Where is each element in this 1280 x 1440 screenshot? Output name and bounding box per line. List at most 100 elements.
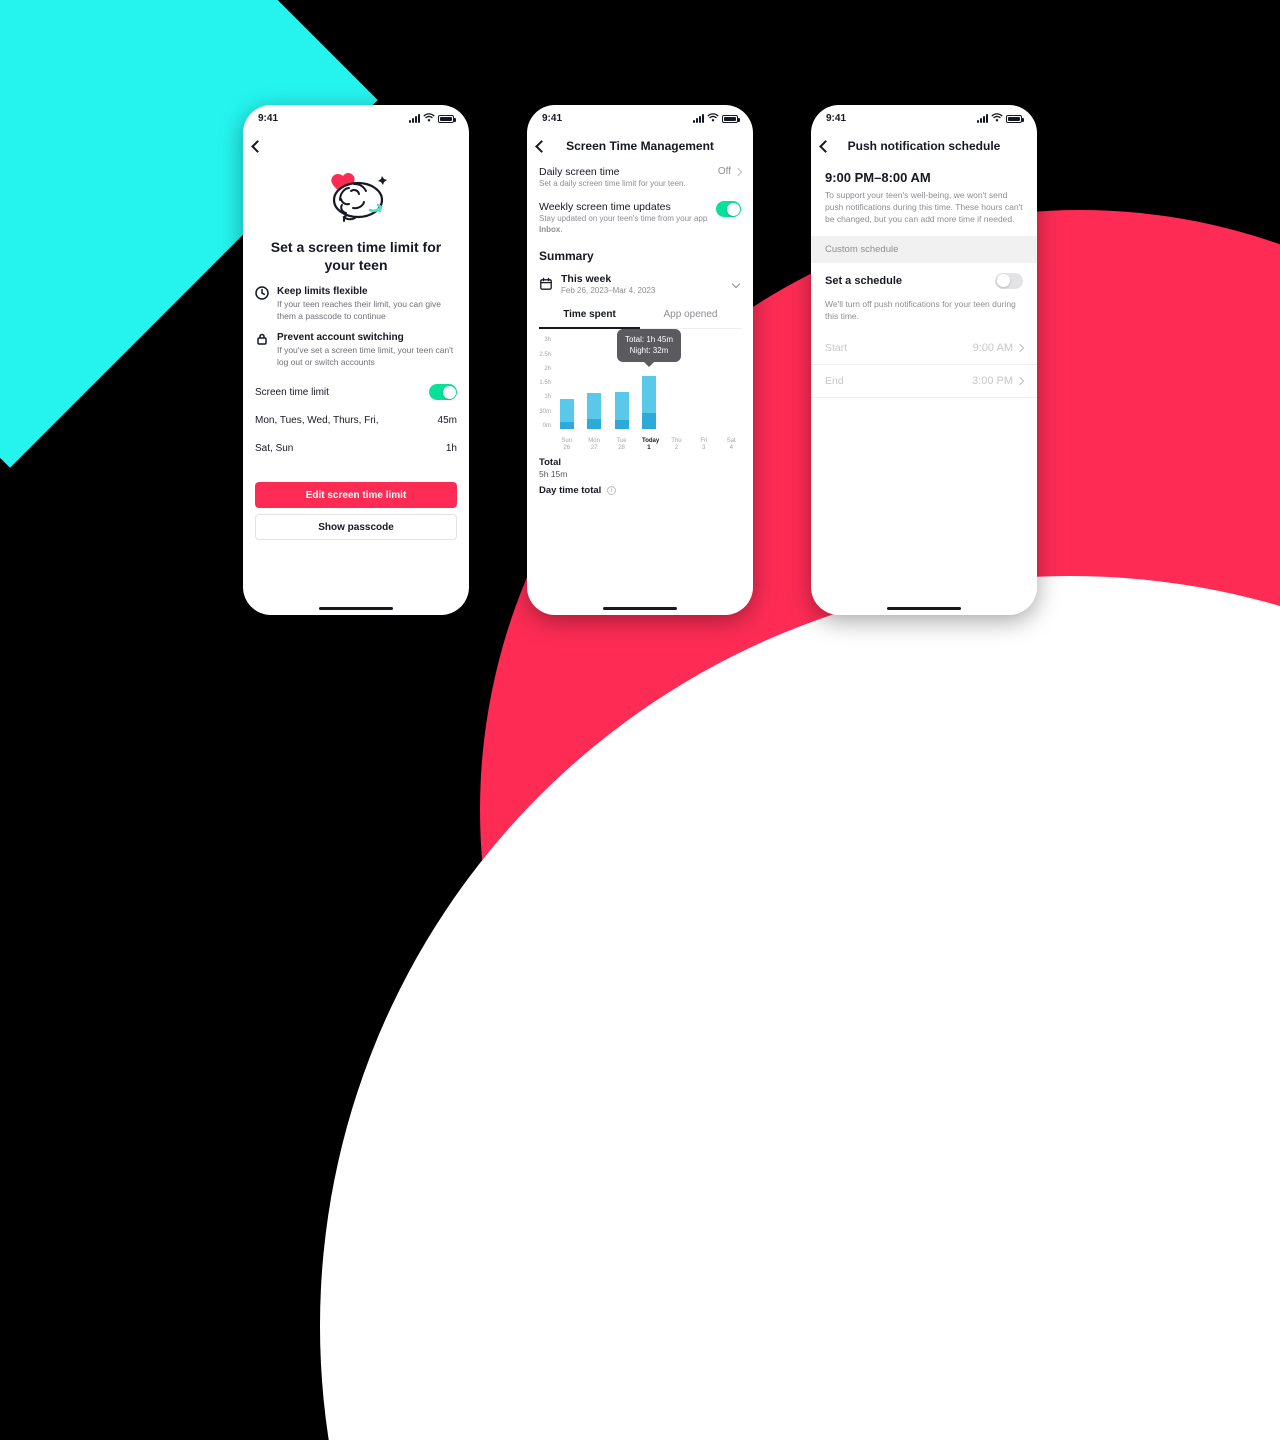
days-value: 45m: [438, 415, 457, 426]
week-picker-title: This week: [561, 273, 725, 285]
tab-time-spent[interactable]: Time spent: [539, 309, 640, 329]
x-label: Tue28: [615, 438, 629, 452]
day-time-total: Day time total i: [539, 485, 741, 496]
home-indicator[interactable]: [603, 607, 677, 611]
tab-app-opened[interactable]: App opened: [640, 309, 741, 329]
calendar-icon: [539, 277, 553, 291]
home-indicator[interactable]: [319, 607, 393, 611]
setting-label: Screen time limit: [255, 387, 329, 398]
week-picker[interactable]: This week Feb 26, 2023–Mar 4, 2023: [539, 273, 741, 295]
row-desc: Stay updated on your teen's time from yo…: [539, 214, 716, 235]
chevron-right-icon: [1016, 344, 1024, 352]
cell-signal-icon: [693, 114, 704, 123]
end-time-row[interactable]: End 3:00 PM: [811, 365, 1037, 398]
set-schedule-row: Set a schedule: [811, 263, 1037, 299]
battery-icon: [438, 115, 454, 123]
status-time: 9:41: [542, 113, 562, 124]
phone-screen-time-limit: 9:41: [243, 105, 469, 615]
lock-icon: [255, 332, 269, 346]
schedule-desc: To support your teen's well-being, we wo…: [825, 190, 1023, 226]
weekday-limit-row[interactable]: Mon, Tues, Wed, Thurs, Fri, 45m: [255, 406, 457, 434]
x-label: Sat4: [724, 438, 738, 452]
x-label: Today1: [642, 438, 656, 452]
screen-time-toggle[interactable]: [429, 384, 457, 400]
chart-bars: [553, 337, 745, 429]
show-passcode-button[interactable]: Show passcode: [255, 514, 457, 540]
feature-title: Prevent account switching: [277, 332, 457, 343]
total-label: Total: [539, 457, 741, 468]
row-desc: Set a daily screen time limit for your t…: [539, 179, 686, 189]
bar-3[interactable]: [642, 376, 656, 430]
bar-2[interactable]: [615, 392, 629, 429]
x-label: Thu2: [669, 438, 683, 452]
wifi-icon: [423, 113, 435, 125]
schedule-range: 9:00 PM–8:00 AM: [825, 170, 1023, 185]
total-value: 5h 15m: [539, 469, 741, 479]
weekend-limit-row[interactable]: Sat, Sun 1h: [255, 434, 457, 462]
status-icons: [977, 113, 1022, 125]
nav-title: Push notification schedule: [811, 139, 1037, 153]
x-label: Sun26: [560, 438, 574, 452]
status-bar: 9:41: [811, 105, 1037, 132]
chart-y-labels: 3h2.5h2h1.5h1h30m0m: [535, 337, 551, 437]
x-label: Fri3: [697, 438, 711, 452]
home-indicator[interactable]: [887, 607, 961, 611]
daily-screen-time-row[interactable]: Daily screen time Set a daily screen tim…: [539, 166, 741, 189]
week-picker-range: Feb 26, 2023–Mar 4, 2023: [561, 286, 725, 295]
summary-tabs: Time spent App opened: [539, 309, 741, 329]
time-spent-chart: Total: 1h 45m Night: 32m 3h2.5h2h1.5h1h3…: [527, 329, 753, 452]
chart-x-axis: Sun26 Mon27 Tue28 Today1 Thu2 Fri3 Sat4: [553, 438, 745, 452]
status-icons: [693, 113, 738, 125]
feature-body: If your teen reaches their limit, you ca…: [277, 299, 457, 322]
status-icons: [409, 113, 454, 125]
days-value: 1h: [446, 443, 457, 454]
chevron-right-icon: [734, 167, 742, 175]
row-value: 3:00 PM: [972, 375, 1013, 387]
navbar: [243, 132, 469, 160]
bar-1[interactable]: [587, 393, 601, 429]
row-label: Weekly screen time updates: [539, 201, 716, 213]
cell-signal-icon: [409, 114, 420, 123]
chevron-right-icon: [1016, 377, 1024, 385]
battery-icon: [722, 115, 738, 123]
summary-heading: Summary: [539, 249, 741, 263]
days-label: Mon, Tues, Wed, Thurs, Fri,: [255, 415, 379, 426]
set-schedule-toggle[interactable]: [995, 273, 1023, 289]
feature-flexible: Keep limits flexible If your teen reache…: [255, 286, 457, 322]
status-bar: 9:41: [527, 105, 753, 132]
battery-icon: [1006, 115, 1022, 123]
info-icon[interactable]: i: [607, 486, 616, 495]
feature-prevent-switch: Prevent account switching If you've set …: [255, 332, 457, 368]
phone-push-notification: 9:41 Push notification schedule 9:00 PM–…: [811, 105, 1037, 615]
edit-limit-button[interactable]: Edit screen time limit: [255, 482, 457, 508]
row-label: Set a schedule: [825, 275, 902, 287]
row-value: 9:00 AM: [973, 342, 1013, 354]
page-title: Set a screen time limit for your teen: [255, 238, 457, 274]
wifi-icon: [707, 113, 719, 125]
status-bar: 9:41: [243, 105, 469, 132]
status-time: 9:41: [826, 113, 846, 124]
bar-0[interactable]: [560, 399, 574, 430]
feature-body: If you've set a screen time limit, your …: [277, 345, 457, 368]
weekly-updates-toggle[interactable]: [716, 201, 741, 217]
navbar: Push notification schedule: [811, 132, 1037, 160]
row-label: Start: [825, 342, 847, 354]
custom-schedule-header: Custom schedule: [811, 236, 1037, 263]
feature-title: Keep limits flexible: [277, 286, 457, 297]
cell-signal-icon: [977, 114, 988, 123]
back-icon[interactable]: [251, 140, 264, 153]
row-label: Daily screen time: [539, 166, 686, 178]
start-time-row[interactable]: Start 9:00 AM: [811, 332, 1037, 365]
clock-icon: [255, 286, 269, 300]
three-phone-stage: 9:41: [0, 0, 1280, 720]
screen-time-toggle-row: Screen time limit: [255, 378, 457, 406]
weekly-updates-row: Weekly screen time updates Stay updated …: [539, 201, 741, 235]
row-value: Off: [718, 166, 731, 177]
set-schedule-desc: We'll turn off push notifications for yo…: [811, 299, 1037, 333]
row-label: End: [825, 375, 844, 387]
phone-screen-time-management: 9:41 Screen Time Management Daily screen…: [527, 105, 753, 615]
days-label: Sat, Sun: [255, 443, 293, 454]
x-label: Mon27: [587, 438, 601, 452]
wifi-icon: [991, 113, 1003, 125]
chevron-down-icon: [732, 280, 740, 288]
